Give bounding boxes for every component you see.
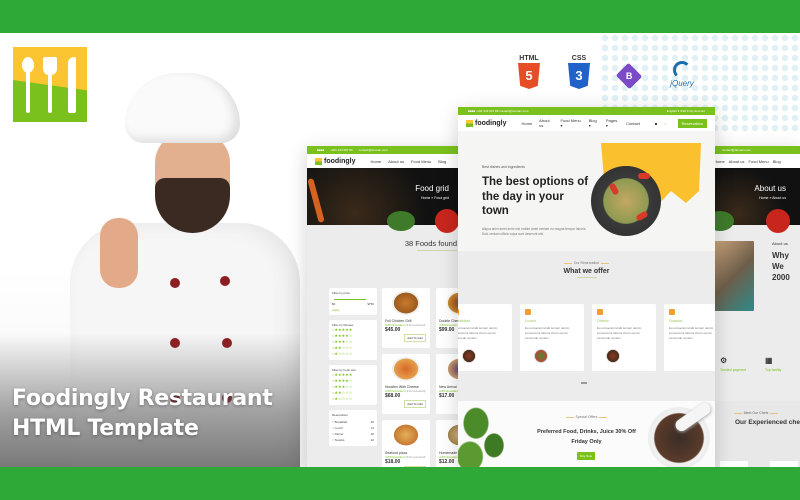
chefs-section: Meet Our Chefs Our Experienced che	[712, 401, 800, 467]
offer-carousel: BreakfastEu occaecat incidit tempor doni…	[458, 304, 715, 371]
reservation-filter: Reservation ○ Breakfast 20 ○ Lunch 14 ○ Di…	[329, 410, 377, 446]
food-card[interactable]: Full Chicken Grill 4.8/5 Excellent (314 r…	[382, 288, 430, 348]
food-grid-preview: ■■■■ +011 234 567 89 contact@domain.com fo…	[307, 146, 467, 467]
promo-stage: Foodingly Restaurant HTML Template HTML 5…	[0, 33, 800, 467]
buy-now-button[interactable]: Buy Now	[577, 452, 595, 460]
food-grid: Full Chicken Grill 4.8/5 Excellent (314 r…	[382, 288, 467, 467]
filters-sidebar: Filter by price $0 $750 Apply Filter by R…	[329, 288, 377, 451]
nav-contact[interactable]: Contact	[626, 121, 640, 126]
nav-pages[interactable]: Pages ▾	[606, 118, 619, 128]
nav-blog[interactable]: Blog	[773, 159, 781, 164]
nav-food-menu[interactable]: Food Menu ▾	[561, 118, 582, 128]
nav-home[interactable]: Home	[714, 159, 725, 164]
about-page-preview: contact@domain.com Home About us Food Me…	[712, 146, 800, 467]
bootstrap-icon: B	[615, 55, 643, 95]
nav-food-menu[interactable]: Food Menu	[411, 159, 431, 164]
price-filter: Filter by price $0 $750 Apply	[329, 288, 377, 315]
page-hero: About us Home » About us	[712, 168, 800, 233]
page-hero: Food grid Home » Food grid	[307, 168, 467, 233]
brand-logo: foodingly	[315, 157, 356, 165]
restaurant-photo	[714, 241, 754, 311]
nav-about[interactable]: About us	[388, 159, 404, 164]
nav-food-menu[interactable]: Food Menu	[748, 159, 768, 164]
offer-card[interactable]: Lunch Eu occaecat incidit tempor donim co…	[520, 304, 584, 371]
html5-icon: HTML 5	[515, 55, 543, 95]
jquery-icon: jQuery	[665, 55, 699, 95]
offer-card[interactable]: Dinner Eu occaecat incidit tempor donim c…	[592, 304, 656, 371]
hotel-star-filter: Filter by hotel star ○★★★★★ ○★★★★☆ ○★★★☆☆ ○…	[329, 365, 377, 405]
tech-badges: HTML 5 CSS 3 B jQuery	[515, 55, 699, 95]
offer-card[interactable]: Snacks Eu occaecat incidit tempor donim c…	[664, 304, 715, 371]
nav-about[interactable]: About us	[729, 159, 745, 164]
cart-icon[interactable]: ■	[655, 121, 657, 126]
nav-blog[interactable]: Blog	[438, 159, 446, 164]
nav-about[interactable]: About us	[539, 118, 553, 128]
apply-link[interactable]: Apply	[332, 308, 374, 312]
carousel-pager[interactable]	[581, 382, 587, 384]
home-hero: Best dishes and ingredients The best opt…	[458, 131, 715, 251]
reservation-button[interactable]: Reservation	[677, 118, 707, 128]
nav-home[interactable]: Home	[371, 159, 382, 164]
offer-card[interactable]: BreakfastEu occaecat incidit tempor doni…	[458, 304, 512, 371]
search-icon[interactable]: ○	[664, 121, 666, 126]
css3-icon: CSS 3	[565, 55, 593, 95]
special-offer-banner: Special Offers Preferred Food, Drinks, J…	[458, 400, 715, 467]
hero-headline: The best options of the day in your town	[482, 176, 589, 217]
nav-home[interactable]: Home	[522, 121, 533, 126]
bottom-green-band	[0, 467, 800, 500]
nav-blog[interactable]: Blog ▾	[589, 118, 599, 128]
food-card[interactable]: Seafood pizza 4.8/5 Excellent (314 review…	[382, 420, 430, 467]
home-page-preview: ■■■■ +011 234 567 89 contact@domain.com E…	[458, 107, 715, 467]
price-slider[interactable]	[334, 299, 366, 300]
results-count: 38 Foods found	[404, 239, 457, 248]
brand-logo: foodingly	[466, 119, 507, 127]
review-filter: Filter by Review ○★★★★★ ○★★★★☆ ○★★★☆☆ ○★★☆☆…	[329, 320, 377, 360]
salad-plate-image	[591, 166, 661, 236]
banner-title: Foodingly Restaurant HTML Template	[12, 386, 273, 441]
top-green-band	[0, 0, 800, 33]
food-card[interactable]: Noodles With Cheese 4.8/5 Excellent (314 …	[382, 354, 430, 414]
